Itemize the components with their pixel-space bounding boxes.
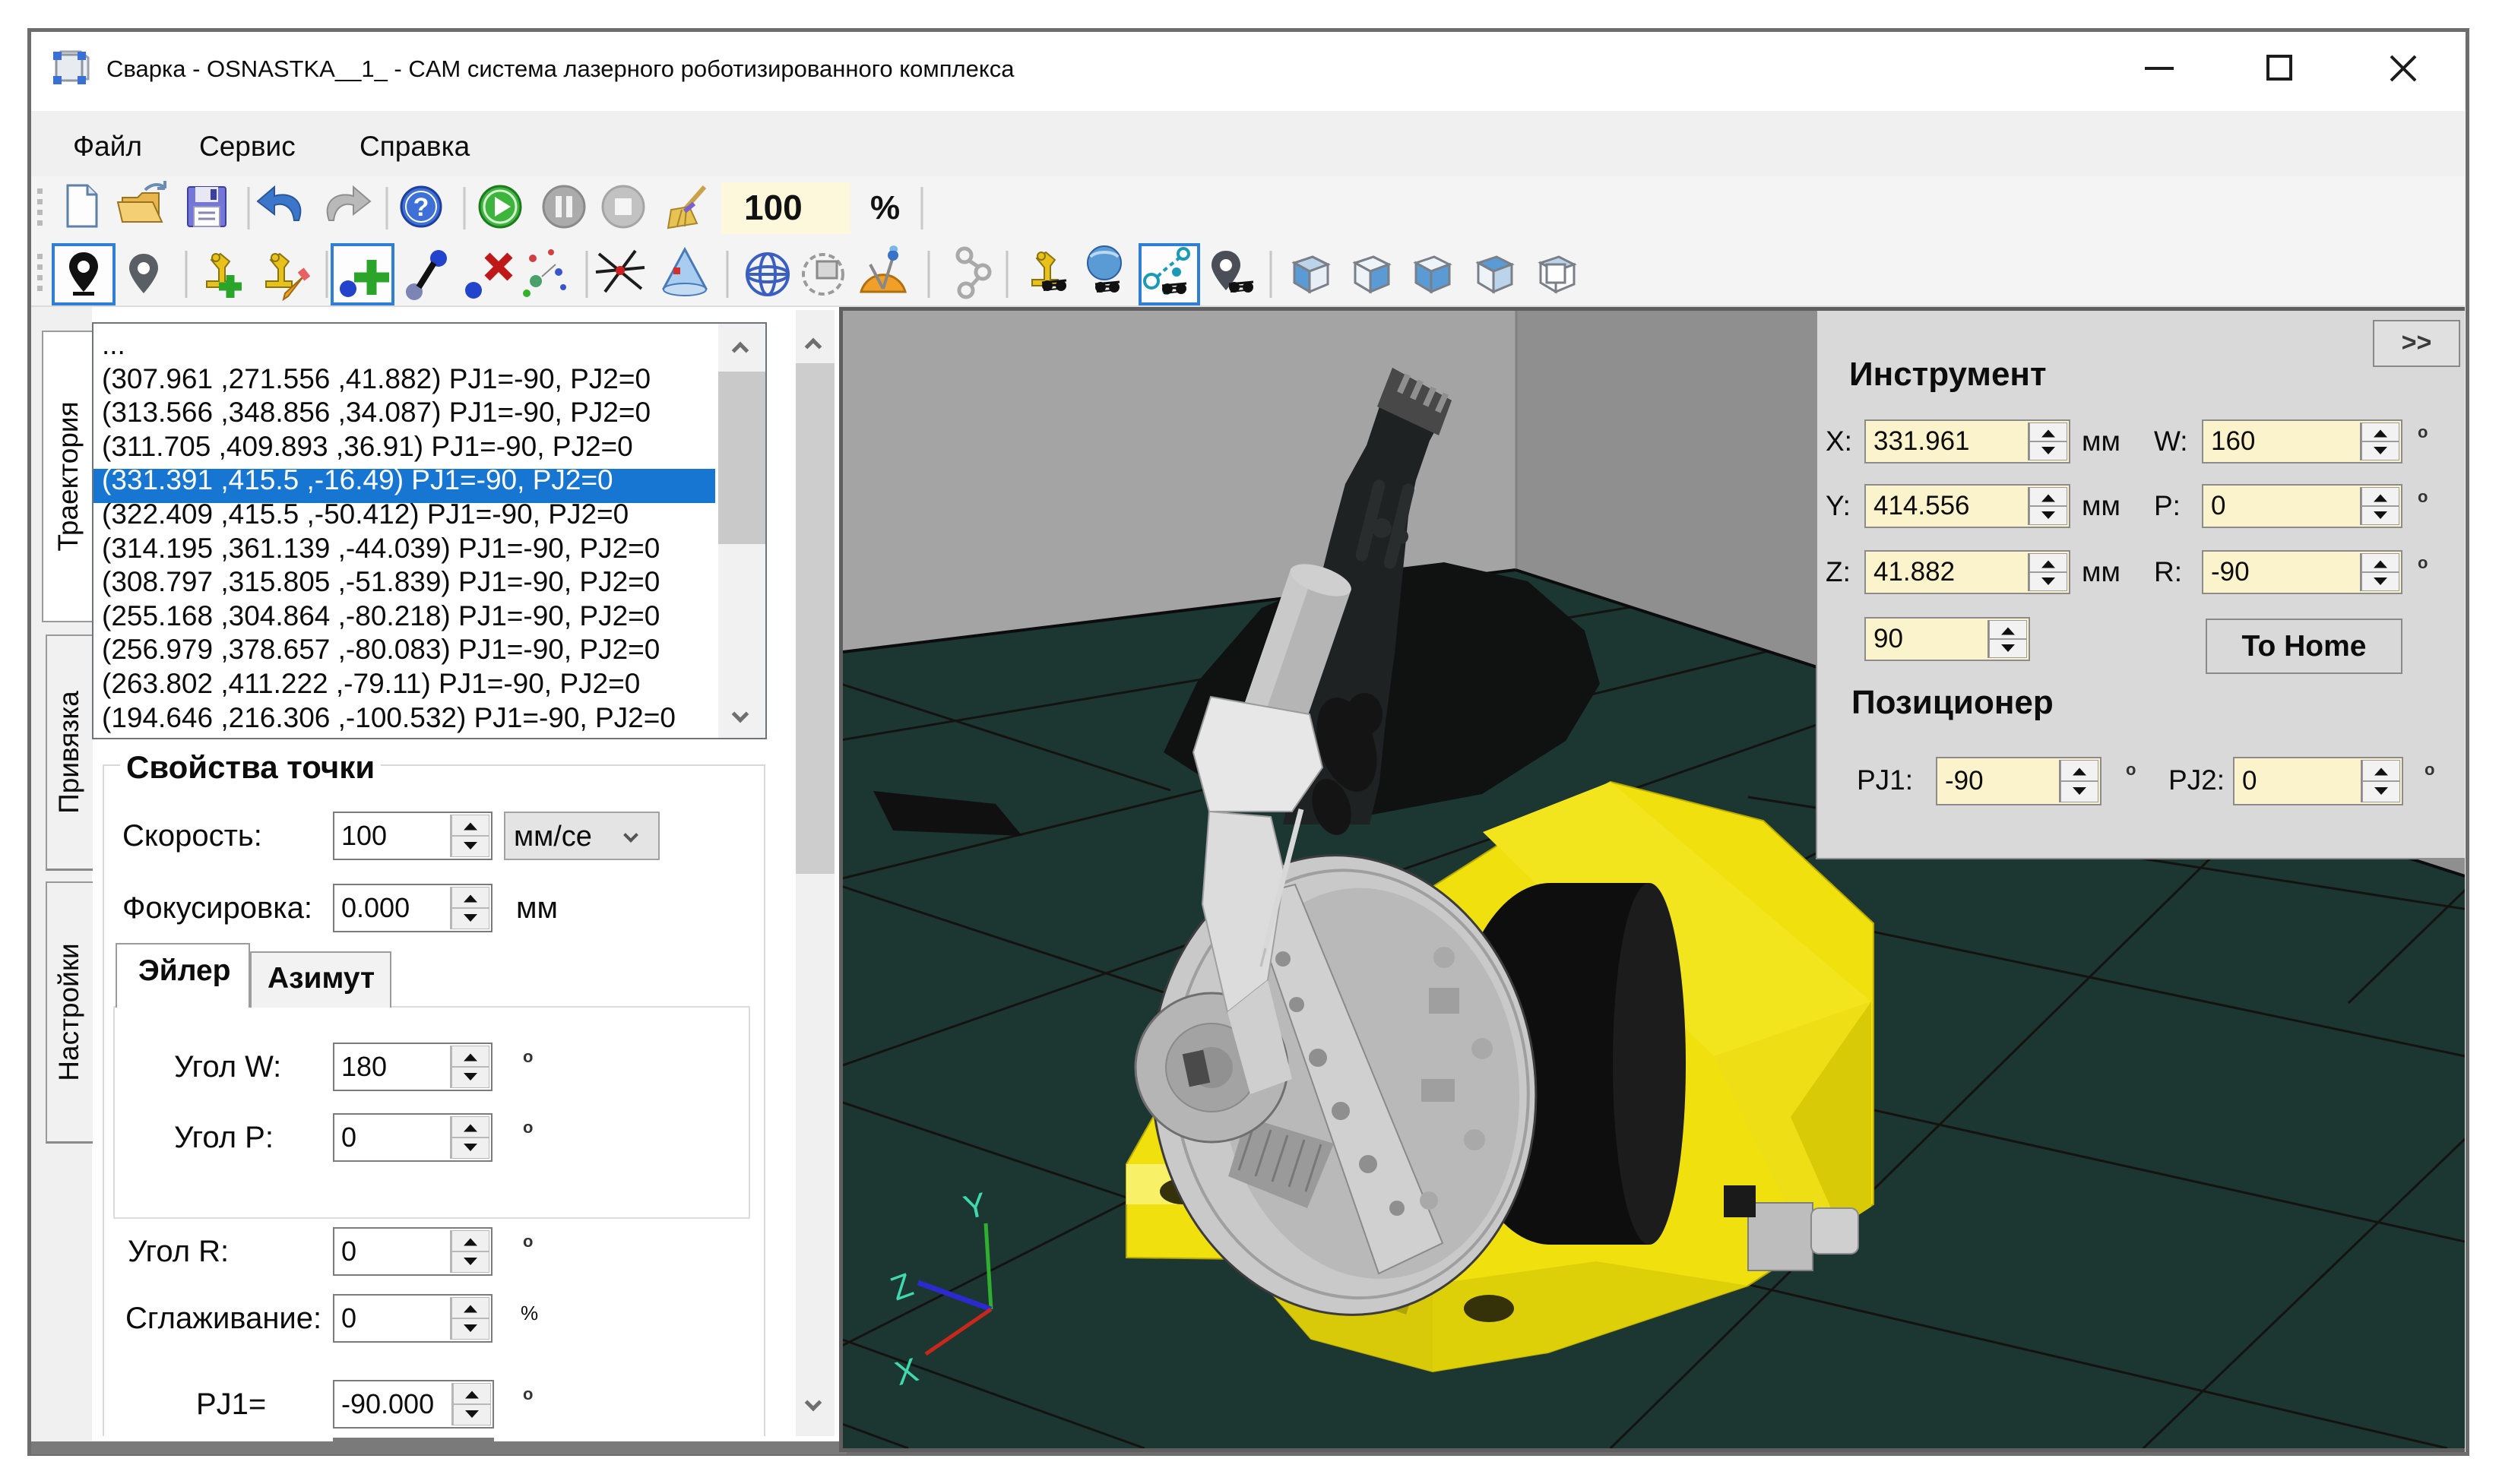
svg-text:100: 100	[744, 188, 803, 227]
svg-text:%: %	[870, 189, 900, 226]
svg-text:?: ?	[413, 193, 429, 222]
